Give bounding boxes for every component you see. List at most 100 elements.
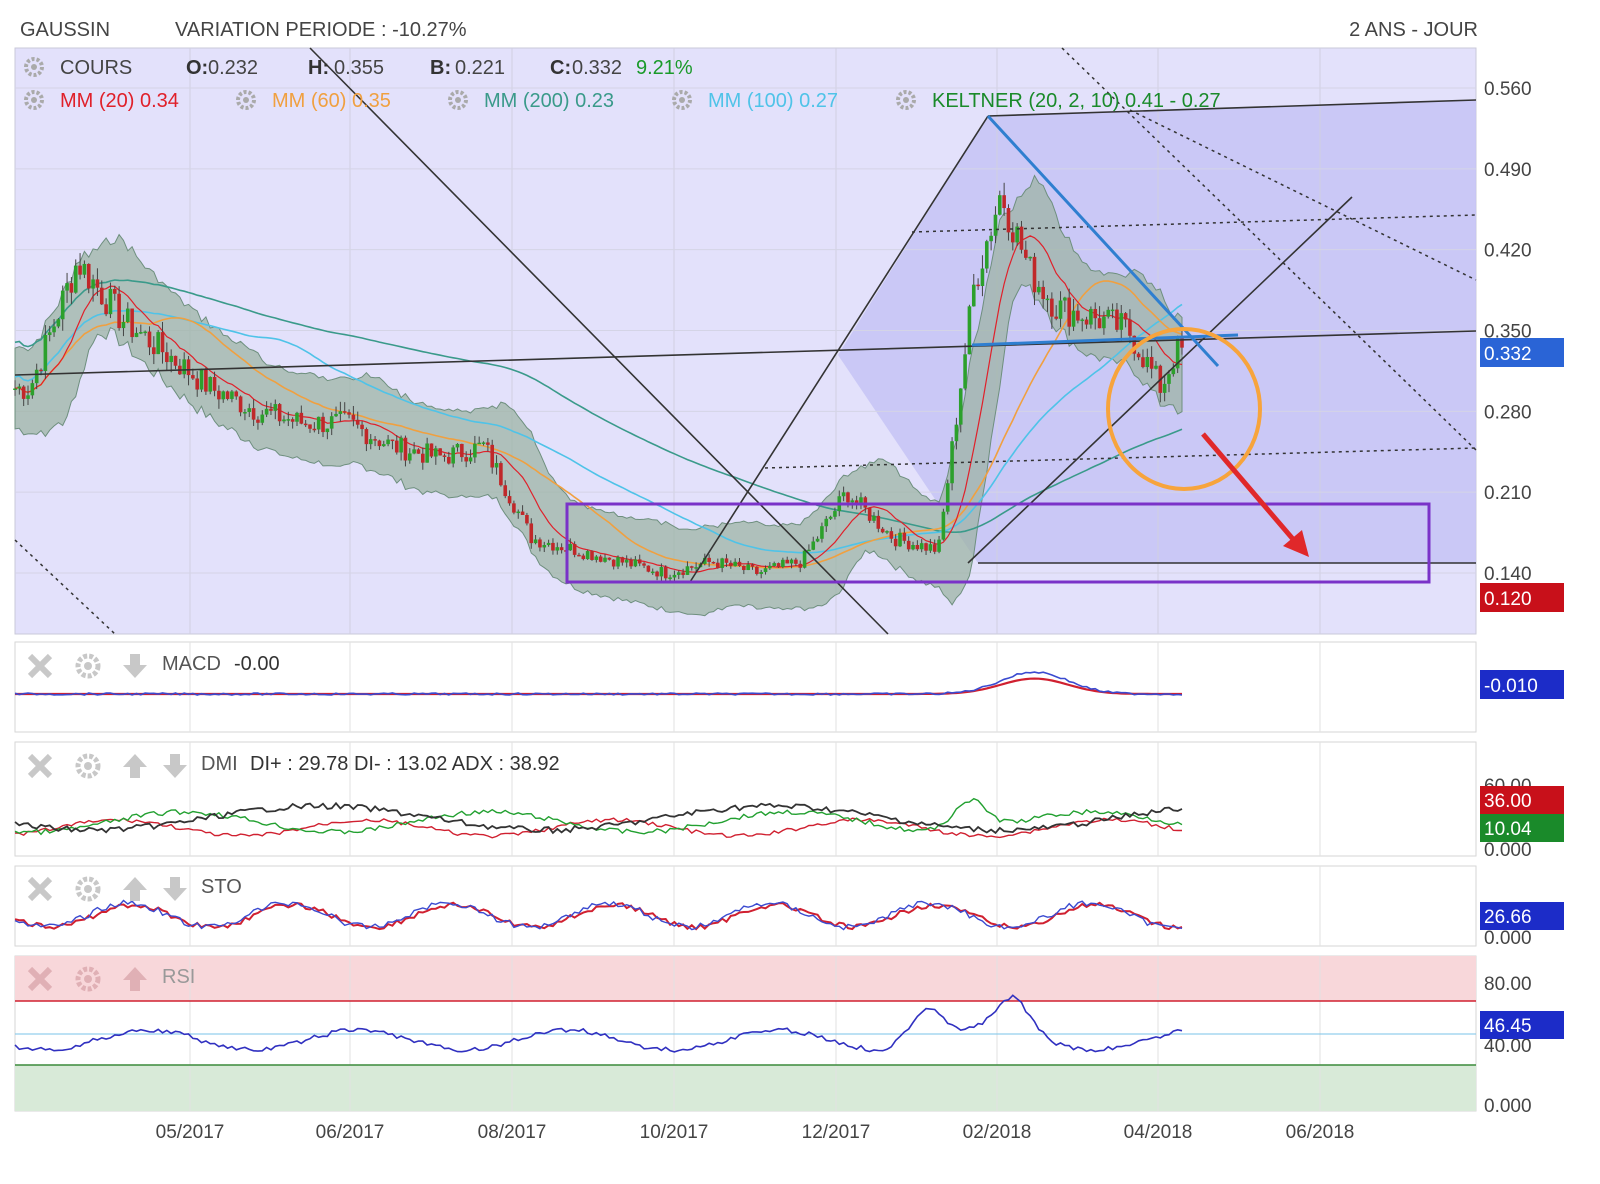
candle-body (642, 563, 646, 566)
candle-body (282, 419, 286, 422)
candle-body (234, 391, 239, 397)
candle-body (598, 556, 603, 562)
candle-body (290, 419, 295, 422)
low-label: B: (430, 57, 451, 79)
candle-body (976, 284, 980, 287)
candle-body (720, 558, 724, 568)
candle-body (729, 562, 733, 567)
price-tick: 0.140 (1484, 564, 1532, 585)
candle-body (629, 559, 633, 567)
candle-body (867, 507, 872, 521)
candle-body (1162, 383, 1167, 393)
candle-body (264, 408, 269, 415)
candle-body (911, 544, 915, 550)
symbol-title: GAUSSIN (20, 19, 110, 41)
candle-body (186, 359, 191, 376)
candle-body (381, 444, 386, 447)
candle-body (542, 545, 547, 548)
candle-body (368, 439, 373, 445)
candle-body (260, 414, 265, 423)
candle-body (841, 492, 846, 497)
candle-body (954, 424, 959, 442)
candle-body (525, 514, 529, 524)
dmi-badge-red-text: 36.00 (1484, 791, 1532, 812)
macd-value: -0.00 (234, 653, 280, 675)
candle-body (659, 567, 664, 577)
candle-body (407, 453, 412, 461)
date-tick: 10/2017 (640, 1122, 709, 1143)
candle-body (611, 559, 616, 567)
candle-body (1145, 356, 1150, 368)
candle-body (204, 368, 208, 392)
candle-body (1045, 298, 1050, 301)
candle-body (247, 408, 252, 413)
candle-body (112, 288, 117, 294)
price-tick: 0.490 (1484, 160, 1532, 181)
candle-body (420, 453, 425, 463)
candle-body (945, 483, 950, 512)
candle-body (334, 413, 338, 417)
candle-body (1028, 256, 1032, 259)
candle-body (121, 322, 126, 329)
candle-body (1119, 313, 1124, 330)
candle-body (533, 539, 538, 544)
candle-body (503, 485, 508, 497)
candle-body (47, 332, 52, 335)
sto-badge-text: 26.66 (1484, 907, 1532, 928)
sto-tick-bottom: 0.000 (1484, 928, 1532, 949)
candle-body (316, 416, 321, 430)
candle-body (624, 559, 629, 563)
candle-body (56, 319, 61, 327)
date-tick: 06/2017 (316, 1122, 385, 1143)
candle-body (451, 447, 455, 464)
dmi-badge-green-text: 10.04 (1484, 819, 1532, 840)
candle-body (1167, 374, 1171, 384)
candle-body (243, 412, 247, 414)
candle-body (104, 304, 108, 315)
candle-body (850, 500, 855, 503)
candle-body (997, 195, 1002, 215)
candle-body (646, 565, 651, 572)
candle-body (572, 544, 577, 555)
indicator-label: MM (60) 0.35 (272, 90, 391, 112)
candle-body (143, 331, 147, 334)
candle-body (551, 542, 555, 551)
candle-body (681, 572, 685, 575)
candle-body (86, 263, 91, 289)
candle-body (464, 457, 468, 462)
candle-body (390, 439, 395, 442)
candle-body (577, 554, 581, 557)
candle-body (520, 511, 525, 515)
candle-body (1097, 318, 1102, 329)
date-tick: 06/2018 (1286, 1122, 1355, 1143)
dmi-label: DMI (201, 753, 238, 775)
candle-body (763, 568, 768, 573)
candle-body (950, 441, 954, 484)
candle-body (78, 265, 82, 275)
candle-body (1006, 208, 1011, 233)
date-tick: 08/2017 (478, 1122, 547, 1143)
close-value: 0.332 (572, 57, 622, 79)
candle-body (230, 391, 234, 399)
candle-body (655, 571, 659, 577)
candle-body (1106, 309, 1111, 317)
candle-body (893, 538, 898, 547)
candle-body (1102, 316, 1106, 329)
rsi-overbought-zone (15, 956, 1476, 1001)
candle-body (993, 214, 998, 236)
candle-body (828, 516, 833, 519)
period-selector[interactable]: 2 ANS - JOUR (1349, 19, 1478, 41)
candle-body (486, 442, 490, 445)
candle-body (663, 567, 668, 579)
indicator-label: MM (100) 0.27 (708, 90, 838, 112)
indicator-label: MM (200) 0.23 (484, 90, 614, 112)
candle-body (99, 287, 104, 305)
candle-body (755, 566, 759, 574)
candle-body (1067, 297, 1072, 327)
candle-body (494, 463, 499, 468)
candle-body (919, 543, 924, 550)
candle-body (160, 332, 165, 353)
candle-body (342, 411, 347, 413)
indicator-label: KELTNER (20, 2, 10) 0.41 - 0.27 (932, 90, 1221, 112)
candle-body (590, 551, 594, 560)
